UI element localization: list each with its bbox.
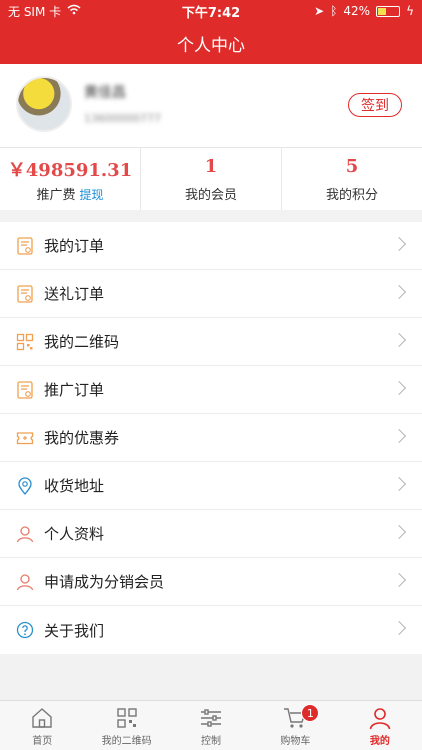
charging-icon: ϟ <box>406 4 414 18</box>
home-icon <box>32 708 52 728</box>
chevron-right-icon <box>391 572 407 588</box>
wifi-icon <box>67 4 81 18</box>
stat-value: ￥498591.31 <box>7 160 133 181</box>
menu-item-label: 我的二维码 <box>44 333 120 351</box>
avatar[interactable] <box>16 76 72 132</box>
menu-item-gift-orders[interactable]: 送礼订单 <box>0 270 422 318</box>
qrcode-icon <box>15 332 35 352</box>
chevron-right-icon <box>391 476 407 492</box>
menu-item-label: 推广订单 <box>44 381 105 399</box>
user-apply-icon <box>15 572 35 592</box>
carrier-text: 无 SIM 卡 <box>8 4 62 19</box>
sliders-icon <box>201 709 222 727</box>
user-name: 黄佳昌 <box>84 85 126 101</box>
tab-control[interactable]: 控制 <box>169 701 253 750</box>
chevron-right-icon <box>391 428 407 444</box>
status-bar: 无 SIM 卡 下午7:42 ➤ ᛒ 42% ϟ <box>0 0 422 22</box>
qrcode-icon <box>116 708 137 728</box>
signin-button[interactable]: 签到 <box>348 93 402 117</box>
page-title: 个人中心 <box>177 35 245 56</box>
stat-label: 我的会员 <box>184 188 237 203</box>
stat-label: 推广费 <box>36 188 76 203</box>
tab-qrcode[interactable]: 我的二维码 <box>84 701 168 750</box>
menu-item-about[interactable]: 关于我们 <box>0 606 422 654</box>
withdraw-link[interactable]: 提现 <box>80 188 104 202</box>
cart-badge: 1 <box>301 704 320 722</box>
tab-cart[interactable]: 1 购物车 <box>253 701 337 750</box>
menu-item-promo-orders[interactable]: 推广订单 <box>0 366 422 414</box>
promo-order-icon <box>15 380 35 400</box>
gift-order-icon <box>15 284 35 304</box>
profile-card[interactable]: 黄佳昌 13600000777 签到 <box>0 64 422 148</box>
menu-item-label: 我的优惠券 <box>44 429 120 447</box>
stats-bar: ￥498591.31 推广费 提现 1 我的会员 5 我的积分 <box>0 148 422 210</box>
bluetooth-icon: ᛒ <box>330 4 338 18</box>
tab-mine[interactable]: 我的 <box>338 701 422 750</box>
chevron-right-icon <box>391 332 407 348</box>
location-icon <box>15 476 35 496</box>
menu-item-label: 收货地址 <box>44 477 105 495</box>
user-phone: 13600000777 <box>84 112 161 125</box>
stat-value: 5 <box>345 156 359 177</box>
menu-item-label: 申请成为分销会员 <box>44 573 165 591</box>
tab-label: 我的 <box>369 736 390 747</box>
stat-points[interactable]: 5 我的积分 <box>282 148 422 210</box>
user-icon <box>15 524 35 544</box>
menu-item-profile[interactable]: 个人资料 <box>0 510 422 558</box>
menu-item-label: 个人资料 <box>44 525 105 543</box>
menu-item-coupons[interactable]: 我的优惠券 <box>0 414 422 462</box>
chevron-right-icon <box>391 620 407 636</box>
tab-label: 控制 <box>201 736 222 747</box>
tab-label: 我的二维码 <box>101 736 152 747</box>
chevron-right-icon <box>391 524 407 540</box>
tab-home[interactable]: 首页 <box>0 701 84 750</box>
battery-percent: 42% <box>343 4 371 18</box>
help-icon <box>15 620 35 640</box>
order-icon <box>15 236 35 256</box>
menu-item-apply-distributor[interactable]: 申请成为分销会员 <box>0 558 422 606</box>
stat-members[interactable]: 1 我的会员 <box>141 148 282 210</box>
tab-label: 首页 <box>32 736 53 747</box>
stat-value: 1 <box>204 156 218 177</box>
battery-icon <box>376 5 401 17</box>
menu-item-address[interactable]: 收货地址 <box>0 462 422 510</box>
chevron-right-icon <box>391 380 407 396</box>
stat-label: 我的积分 <box>325 188 378 203</box>
chevron-right-icon <box>391 284 407 300</box>
tab-bar: 首页 我的二维码 控制 1 购物车 我的 <box>0 700 422 750</box>
menu-list: 我的订单 送礼订单 我的二维码 推广订单 我的优惠券 收货地址 个人资料 申请成… <box>0 222 422 654</box>
chevron-right-icon <box>391 236 407 252</box>
menu-item-my-qrcode[interactable]: 我的二维码 <box>0 318 422 366</box>
menu-item-my-orders[interactable]: 我的订单 <box>0 222 422 270</box>
stat-promotion-fee[interactable]: ￥498591.31 推广费 提现 <box>0 148 141 210</box>
menu-item-label: 送礼订单 <box>44 285 105 303</box>
menu-item-label: 我的订单 <box>44 237 105 255</box>
tab-label: 购物车 <box>280 736 311 747</box>
user-icon <box>369 708 391 730</box>
nav-bar: 个人中心 <box>0 22 422 64</box>
menu-item-label: 关于我们 <box>44 621 105 640</box>
location-arrow-icon: ➤ <box>314 4 325 18</box>
coupon-icon <box>15 428 35 448</box>
